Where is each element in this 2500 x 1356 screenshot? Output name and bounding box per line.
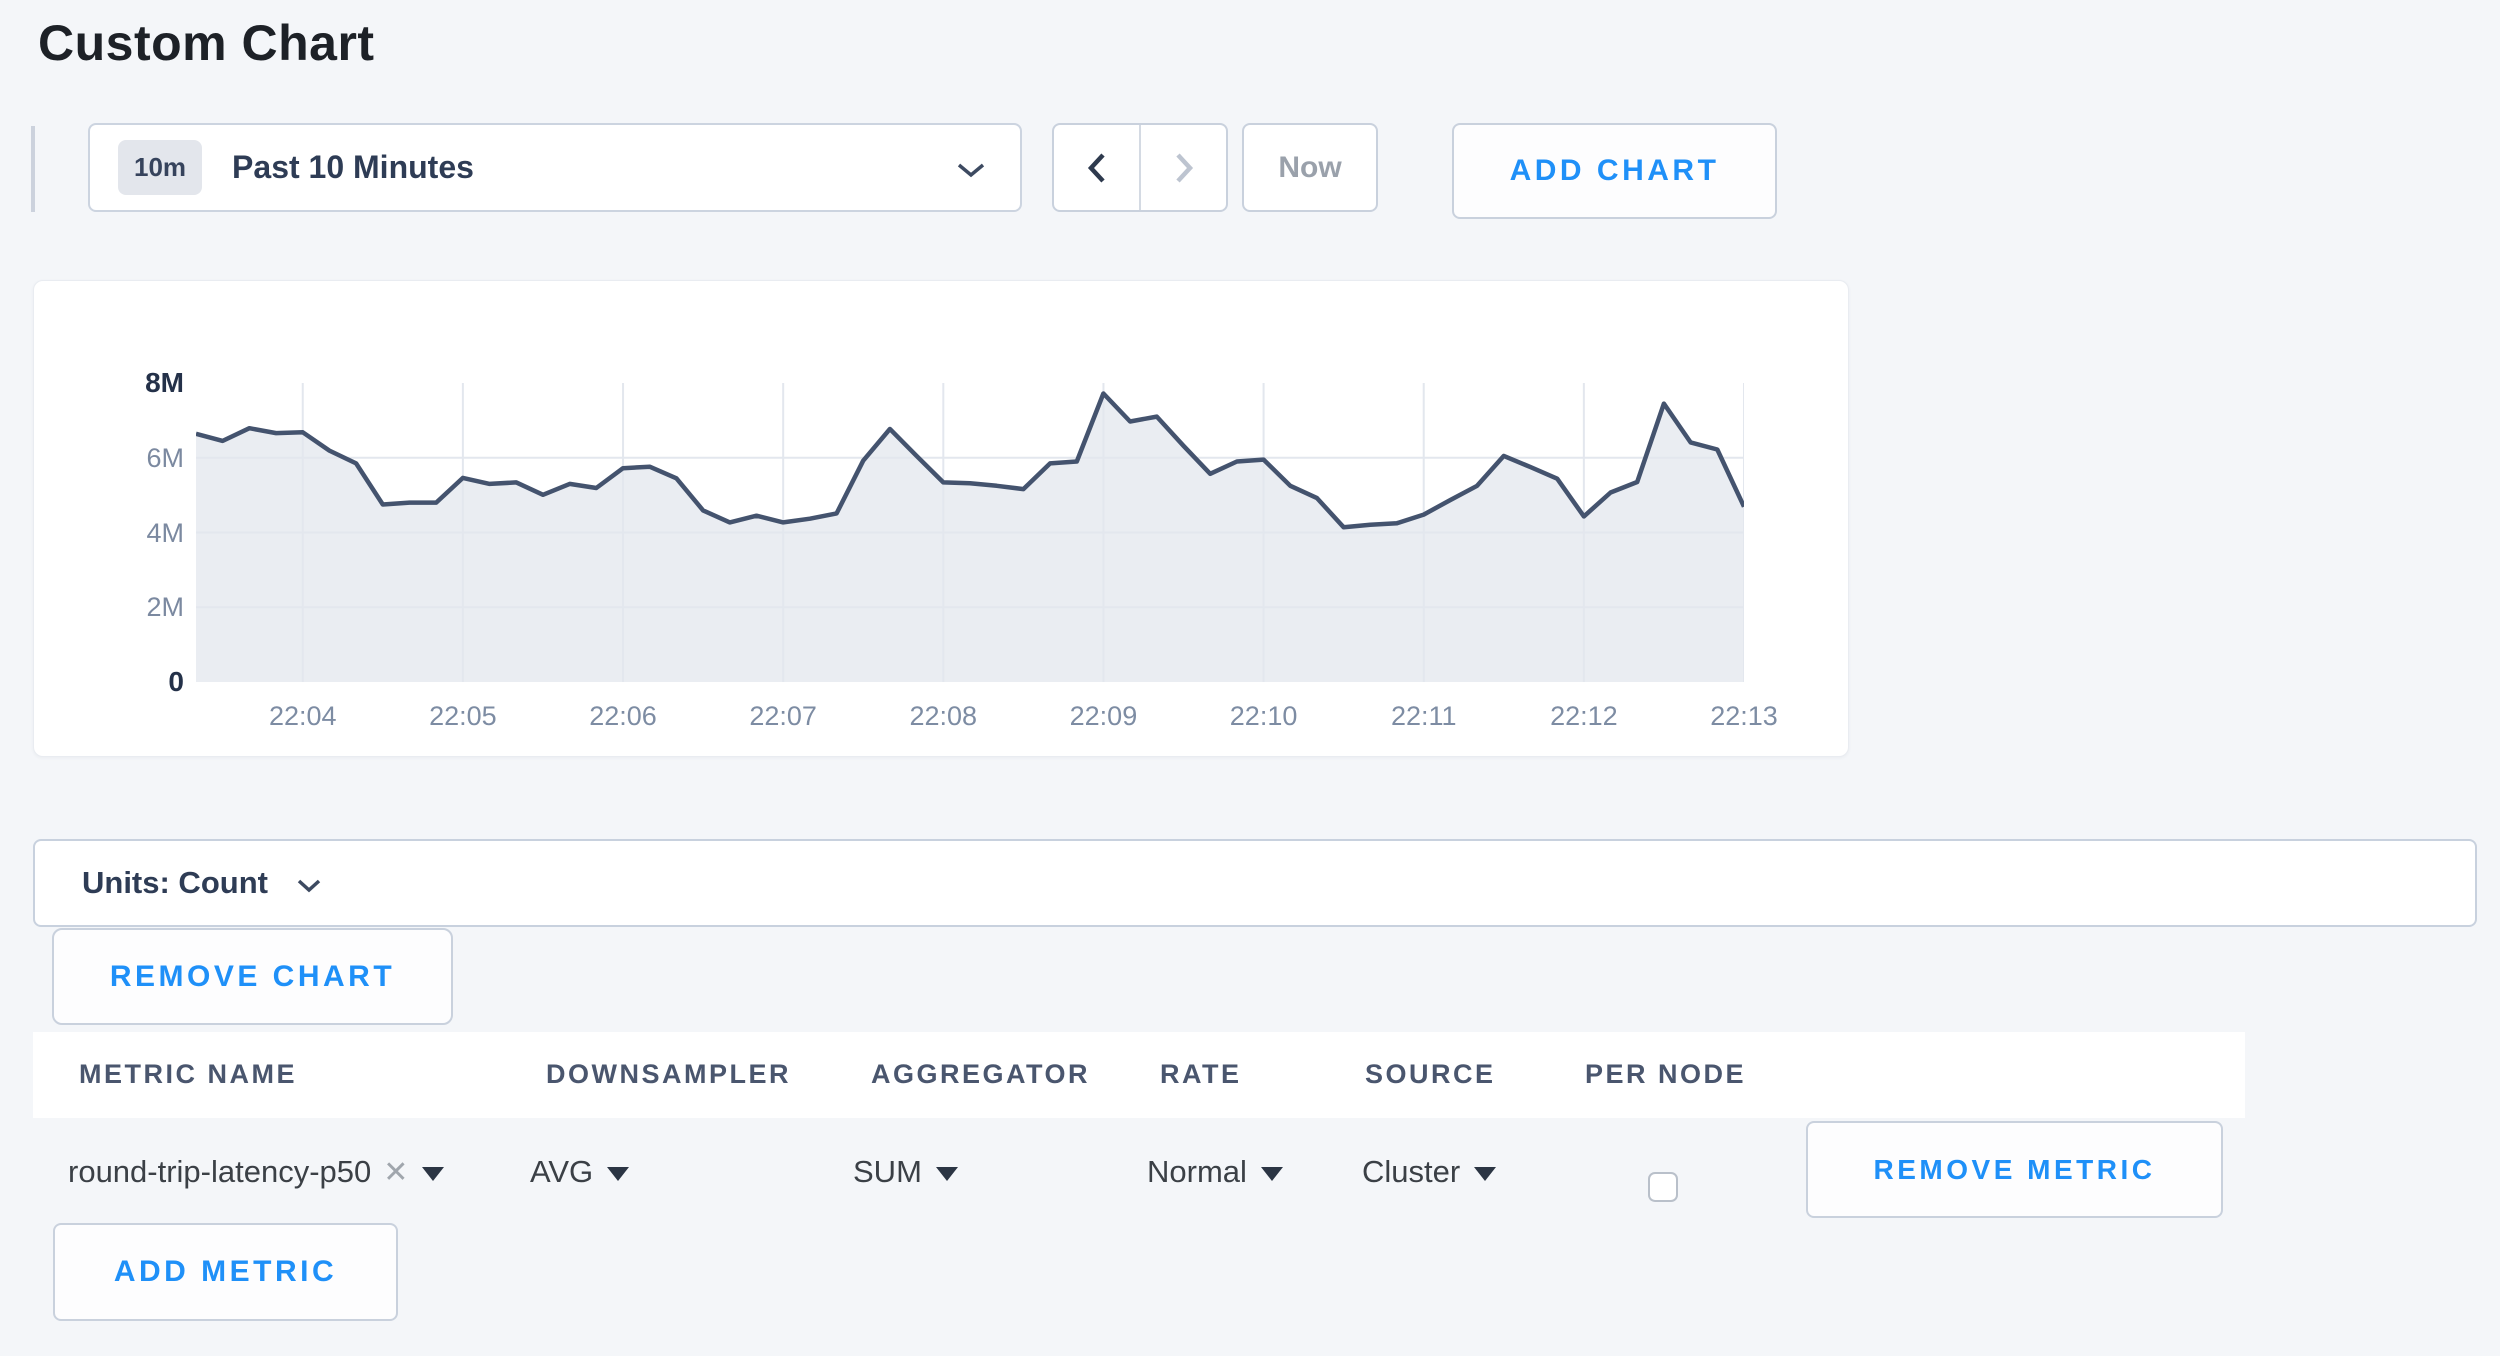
time-range-badge: 10m [118, 140, 202, 195]
x-tick-label: 22:10 [1230, 701, 1298, 732]
caret-down-icon [936, 1167, 958, 1181]
time-range-nav [1052, 123, 1228, 212]
aggregator-select[interactable]: SUM [853, 1150, 958, 1194]
metric-name-value: round-trip-latency-p50 [68, 1154, 371, 1190]
chart-svg[interactable] [196, 383, 1744, 682]
caret-down-icon [1474, 1167, 1496, 1181]
column-header-per-node: PER NODE [1585, 1059, 1746, 1090]
aggregator-value: SUM [853, 1154, 922, 1190]
rate-select[interactable]: Normal [1147, 1150, 1283, 1194]
x-tick-label: 22:11 [1391, 701, 1457, 732]
series-area [196, 394, 1744, 683]
units-label: Units: Count [82, 865, 268, 901]
x-tick-label: 22:05 [429, 701, 497, 732]
chevron-right-icon [1171, 150, 1197, 186]
column-header-downsampler: DOWNSAMPLER [546, 1059, 791, 1090]
chevron-left-icon [1084, 150, 1110, 186]
y-tick-label: 2M [74, 592, 184, 622]
add-metric-button[interactable]: ADD METRIC [53, 1223, 398, 1321]
downsampler-value: AVG [530, 1154, 593, 1190]
y-tick-label: 8M [74, 368, 184, 398]
chart-plot[interactable] [196, 383, 1744, 682]
x-tick-label: 22:06 [589, 701, 657, 732]
column-header-rate: RATE [1160, 1059, 1242, 1090]
x-tick-label: 22:12 [1550, 701, 1618, 732]
time-range-dropdown[interactable]: 10m Past 10 Minutes [88, 123, 1022, 212]
x-tick-label: 22:08 [910, 701, 978, 732]
x-tick-label: 22:07 [749, 701, 817, 732]
x-tick-label: 22:09 [1070, 701, 1138, 732]
units-dropdown[interactable]: Units: Count [33, 839, 2477, 927]
left-accent-bar [31, 126, 35, 212]
y-tick-label: 0 [74, 667, 184, 697]
remove-chart-button[interactable]: REMOVE CHART [52, 928, 453, 1025]
chevron-down-icon [956, 162, 986, 179]
metric-name-select[interactable]: round-trip-latency-p50 ✕ [68, 1150, 444, 1194]
column-header-aggregator: AGGREGATOR [871, 1059, 1090, 1090]
x-tick-label: 22:13 [1710, 701, 1778, 732]
y-tick-label: 4M [74, 518, 184, 548]
rate-value: Normal [1147, 1154, 1247, 1190]
caret-down-icon [607, 1167, 629, 1181]
metrics-table-header: METRIC NAME DOWNSAMPLER AGGREGATOR RATE … [33, 1032, 2245, 1118]
per-node-checkbox[interactable] [1648, 1172, 1678, 1202]
column-header-metric-name: METRIC NAME [79, 1059, 297, 1090]
caret-down-icon [422, 1167, 444, 1181]
prev-range-button[interactable] [1054, 125, 1139, 210]
column-header-source: SOURCE [1365, 1059, 1496, 1090]
custom-chart-page: Custom Chart 10m Past 10 Minutes Now ADD… [0, 0, 2500, 1356]
add-chart-button[interactable]: ADD CHART [1452, 123, 1777, 219]
chevron-down-icon [296, 878, 322, 893]
page-title: Custom Chart [38, 14, 375, 72]
caret-down-icon [1261, 1167, 1283, 1181]
remove-metric-button[interactable]: REMOVE METRIC [1806, 1121, 2223, 1218]
time-range-label: Past 10 Minutes [232, 149, 474, 186]
now-button[interactable]: Now [1242, 123, 1378, 212]
x-tick-label: 22:04 [269, 701, 337, 732]
next-range-button[interactable] [1139, 125, 1226, 210]
source-select[interactable]: Cluster [1362, 1150, 1496, 1194]
chart-card: 0 2M 4M 6M 8M 22:04 22:05 22:06 22:07 22:08 22:09… [33, 280, 1849, 757]
source-value: Cluster [1362, 1154, 1460, 1190]
y-tick-label: 6M [74, 443, 184, 473]
clear-metric-icon[interactable]: ✕ [383, 1155, 408, 1190]
downsampler-select[interactable]: AVG [530, 1150, 629, 1194]
